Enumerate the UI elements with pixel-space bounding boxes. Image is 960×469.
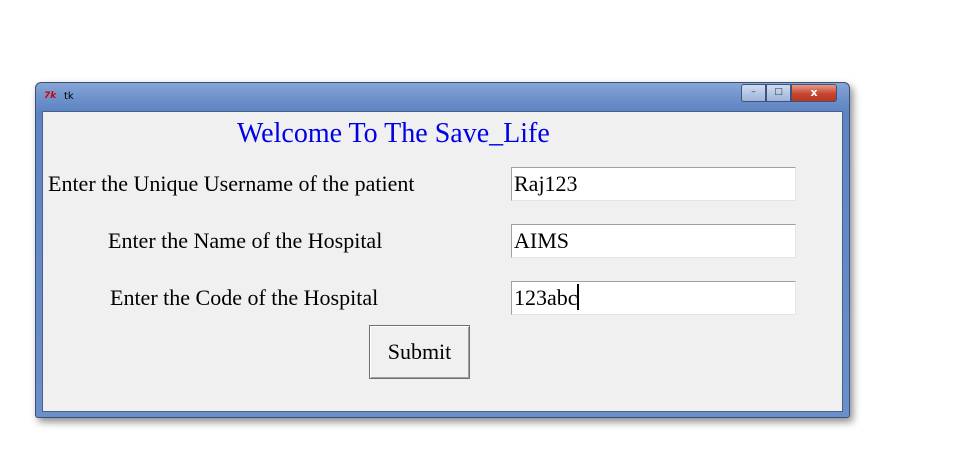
- app-window: 7k tk – □ x Welcome To The Save_Life Ent…: [35, 82, 850, 418]
- form-panel: Welcome To The Save_Life Enter the Uniqu…: [42, 111, 843, 412]
- maximize-button[interactable]: □: [766, 84, 791, 102]
- username-label: Enter the Unique Username of the patient: [48, 171, 415, 196]
- page-title: Welcome To The Save_Life: [237, 118, 550, 149]
- minimize-button[interactable]: –: [741, 84, 766, 102]
- hospital-code-value: 123abc: [514, 285, 578, 310]
- text-caret: [576, 284, 579, 310]
- hospital-code-label: Enter the Code of the Hospital: [110, 285, 379, 310]
- close-button[interactable]: x: [791, 84, 837, 102]
- window-title: tk: [64, 91, 74, 102]
- username-input[interactable]: Raj123: [511, 167, 796, 201]
- submit-button[interactable]: Submit: [369, 325, 470, 379]
- hospital-name-label: Enter the Name of the Hospital: [108, 228, 383, 253]
- hospital-name-input[interactable]: AIMS: [511, 224, 796, 258]
- hospital-code-input[interactable]: 123abc: [511, 281, 796, 315]
- tk-feather-icon: 7k: [44, 91, 57, 101]
- title-bar[interactable]: 7k tk – □ x: [36, 83, 849, 111]
